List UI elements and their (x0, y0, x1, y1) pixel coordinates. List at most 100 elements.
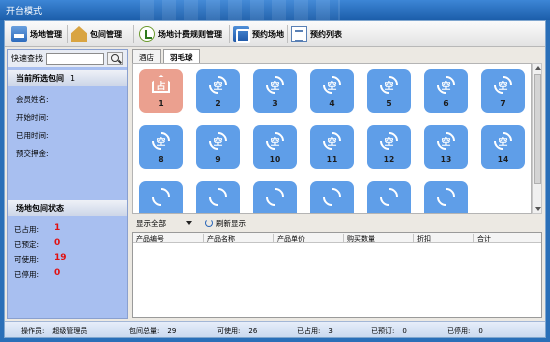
room-status-glyph: 空 (441, 82, 451, 92)
room-number: 12 (383, 155, 395, 164)
room-status-glyph: 占 (156, 82, 166, 92)
column-header-product-code[interactable]: 产品编号 (133, 234, 164, 243)
toolbar: 场地管理 包间管理 场地计费规则管理 预约场地 预约列表 (5, 21, 545, 47)
ring-icon (433, 184, 459, 210)
disabled-value: 0 (54, 268, 61, 278)
scroll-thumb[interactable] (534, 74, 541, 184)
room-status-header: 场地包间状态 (8, 200, 127, 216)
room-tile[interactable]: 空8 (139, 125, 183, 169)
refresh-icon[interactable] (205, 219, 213, 227)
room-number: 13 (440, 155, 452, 164)
room-number: 6 (443, 99, 449, 108)
room-tile[interactable] (424, 181, 468, 213)
room-tile[interactable] (196, 181, 240, 213)
status-bar: 操作员: 超级管理员 包间总量: 29 可使用: 26 已占用: 3 已预订: 0 已停用… (5, 321, 545, 337)
total-label: 包间总量: (129, 327, 160, 335)
disabled-status-label: 已停用: (447, 327, 471, 335)
operator-label: 操作员: (21, 327, 45, 335)
venue-management-button[interactable]: 场地管理 (11, 25, 62, 43)
scroll-up-icon[interactable] (535, 66, 541, 70)
disabled-label: 已停用: (14, 270, 40, 279)
disabled-status-value: 0 (478, 327, 483, 335)
current-room-header: 当前所选包间 1 (8, 70, 127, 86)
room-status-title: 场地包间状态 (16, 204, 64, 213)
column-header-discount[interactable]: 折扣 (413, 234, 431, 243)
status-operator: 操作员: 超级管理员 (21, 326, 87, 336)
room-number: 4 (329, 99, 335, 108)
chevron-down-icon[interactable] (186, 221, 192, 225)
room-tile[interactable]: 空7 (481, 69, 525, 113)
room-tile[interactable]: 空 11 (310, 125, 354, 169)
room-number: 2 (215, 99, 221, 108)
search-label: 快速查找 (11, 54, 43, 63)
status-available: 可使用: 26 (217, 326, 257, 336)
room-tile[interactable]: 空 10 (253, 125, 297, 169)
available-status-value: 26 (248, 327, 258, 335)
room-number: 9 (215, 155, 221, 164)
booking-list-button[interactable]: 预约列表 (291, 25, 342, 43)
tab-badminton[interactable]: 羽毛球 (163, 49, 200, 63)
current-room-value: 1 (70, 74, 76, 83)
filter-row: 显示全部 刷新显示 (132, 217, 542, 231)
room-number: 8 (158, 155, 164, 164)
column-header-total[interactable]: 合计 (473, 234, 491, 243)
billing-rule-label: 场地计费规则管理 (158, 29, 222, 39)
room-tile[interactable] (139, 181, 183, 213)
room-tile[interactable]: 空9 (196, 125, 240, 169)
scroll-down-icon[interactable] (535, 207, 541, 211)
book-venue-button[interactable]: 预约场地 (233, 25, 284, 43)
search-row: 快速查找 (8, 50, 127, 67)
venue-management-label: 场地管理 (30, 29, 62, 39)
room-tile[interactable] (253, 181, 297, 213)
booked-status-value: 0 (402, 327, 407, 335)
main-window: 场地管理 包间管理 场地计费规则管理 预约场地 预约列表 快速查找 当前所选包间… (4, 20, 546, 338)
search-input[interactable] (46, 52, 104, 65)
available-label: 可使用: (14, 255, 40, 264)
room-tile[interactable]: 空6 (424, 69, 468, 113)
right-panel: 酒店 羽毛球 占 1 空 2 空 3 空 4 空 5 空 6 空 7 空 8 空 9 空 10 空 11 空 12 空 13 空 14… (130, 49, 545, 319)
billing-rule-icon (139, 26, 155, 42)
left-panel: 快速查找 当前所选包间 1 会员姓名: 开始时间: 已用时间: 预交押金: 场地包… (7, 49, 128, 319)
room-tile[interactable]: 空3 (253, 69, 297, 113)
room-management-label: 包间管理 (90, 29, 122, 39)
room-status-glyph: 空 (498, 82, 508, 92)
column-header-unit-price[interactable]: 产品单价 (273, 234, 305, 243)
room-tile[interactable]: 空 14 (481, 125, 525, 169)
refresh-button[interactable]: 刷新显示 (216, 218, 246, 229)
room-tile[interactable]: 空2 (196, 69, 240, 113)
room-status-glyph: 空 (384, 82, 394, 92)
tab-hotel[interactable]: 酒店 (132, 49, 161, 63)
title-bar: 开台模式 (0, 0, 550, 20)
venue-icon (11, 26, 27, 42)
room-status-glyph: 空 (213, 138, 223, 148)
room-status-glyph: 空 (384, 138, 394, 148)
member-name-label: 会员姓名: (16, 95, 49, 104)
room-status-glyph: 空 (327, 82, 337, 92)
room-tile[interactable]: 占1 (139, 69, 183, 113)
room-tile[interactable] (367, 181, 411, 213)
status-booked: 已预订: 0 (371, 326, 407, 336)
ring-icon (376, 184, 402, 210)
room-number: 3 (272, 99, 278, 108)
book-venue-label: 预约场地 (252, 29, 284, 39)
billing-rule-button[interactable]: 场地计费规则管理 (139, 25, 222, 43)
room-number: 1 (158, 99, 164, 108)
column-header-quantity[interactable]: 购买数量 (343, 234, 375, 243)
room-number: 7 (500, 99, 506, 108)
toolbar-separator (133, 25, 134, 43)
ring-icon (262, 184, 288, 210)
toolbar-separator (229, 25, 230, 43)
room-grid-scrollbar[interactable] (532, 63, 542, 214)
room-management-button[interactable]: 包间管理 (71, 25, 122, 43)
room-tile[interactable] (310, 181, 354, 213)
start-time-label: 开始时间: (16, 113, 49, 122)
column-header-product-name[interactable]: 产品名称 (203, 234, 235, 243)
search-icon[interactable] (107, 52, 123, 65)
room-tile[interactable]: 空5 (367, 69, 411, 113)
status-disabled: 已停用: 0 (447, 326, 483, 336)
room-tile[interactable]: 空 12 (367, 125, 411, 169)
booking-list-label: 预约列表 (310, 29, 342, 39)
room-tile[interactable]: 空4 (310, 69, 354, 113)
room-tile[interactable]: 空 13 (424, 125, 468, 169)
booking-icon (233, 26, 250, 43)
